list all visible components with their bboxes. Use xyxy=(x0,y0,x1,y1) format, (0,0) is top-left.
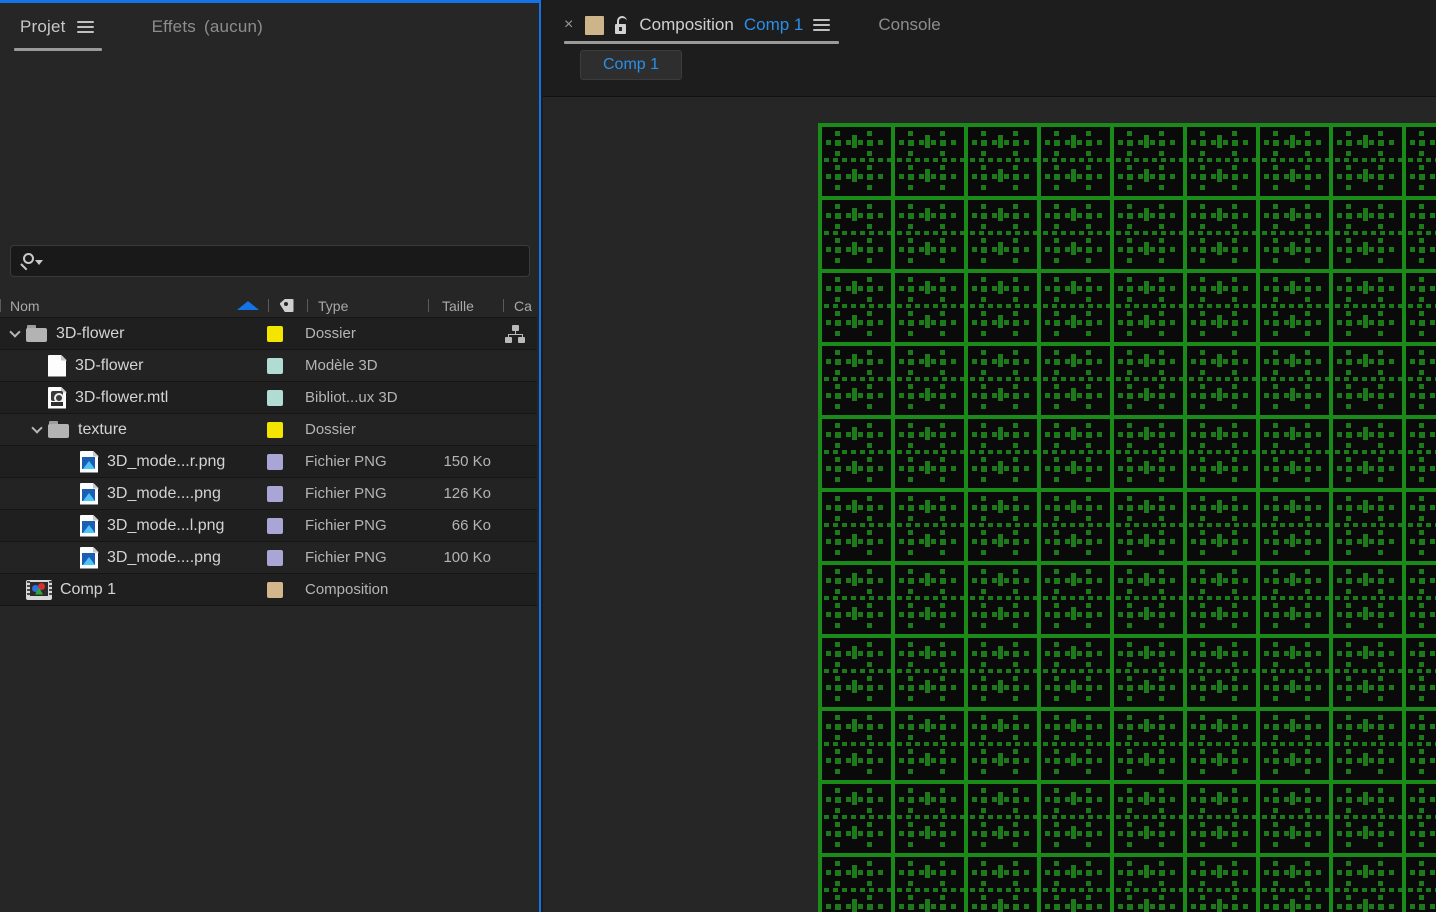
row-tag-swatch[interactable] xyxy=(267,550,305,566)
table-row[interactable]: Comp 1 Composition xyxy=(0,574,537,606)
composition-name: Comp 1 xyxy=(744,15,804,35)
hamburger-icon[interactable] xyxy=(77,21,94,33)
project-item-list: 3D-flowerDossier3D-flowerModèle 3D3D-flo… xyxy=(0,318,537,606)
row-tag-swatch[interactable] xyxy=(267,326,305,342)
table-row[interactable]: texture Dossier xyxy=(0,414,537,446)
list-item-label: 3D-flower xyxy=(56,325,124,343)
row-ca xyxy=(497,325,537,343)
row-size: 126 Ko xyxy=(423,485,497,502)
close-icon[interactable]: × xyxy=(564,17,573,33)
row-size: 150 Ko xyxy=(423,453,497,470)
search-input[interactable] xyxy=(43,246,529,276)
composition-subtab-bar: Comp 1 xyxy=(543,50,1436,88)
row-type: Modèle 3D xyxy=(305,357,423,374)
composition-panel: × Composition Comp 1 Console Comp 1 xyxy=(543,0,1436,912)
row-type: Fichier PNG xyxy=(305,549,423,566)
row-name-cell: 3D_mode...r.png xyxy=(0,446,267,477)
lock-open-icon[interactable] xyxy=(614,16,629,34)
row-name-cell: 3D_mode....png xyxy=(0,542,267,573)
composition-tabbar: × Composition Comp 1 Console xyxy=(543,0,1436,50)
row-tag-swatch[interactable] xyxy=(267,422,305,438)
column-header-nom[interactable]: Nom xyxy=(1,294,228,317)
project-tabbar: Projet Effets (aucun) xyxy=(0,3,539,59)
row-type: Dossier xyxy=(305,421,423,438)
comp-color-swatch xyxy=(585,16,604,35)
row-name-cell: texture xyxy=(0,414,267,445)
list-item-label: 3D_mode....png xyxy=(107,485,221,503)
row-name-cell: 3D-flower.mtl xyxy=(0,382,267,413)
file-icon xyxy=(48,355,67,377)
column-header-ca[interactable]: Ca xyxy=(504,294,537,317)
tag-icon[interactable] xyxy=(269,294,307,317)
table-row[interactable]: 3D_mode....png Fichier PNG100 Ko xyxy=(0,542,537,574)
list-item-label: 3D-flower xyxy=(75,357,143,375)
composition-viewer[interactable] xyxy=(543,97,1436,912)
row-name-cell: 3D-flower xyxy=(0,350,267,381)
caret-down-icon xyxy=(35,260,43,265)
row-tag-swatch[interactable] xyxy=(267,518,305,534)
tab-projet[interactable]: Projet xyxy=(0,17,114,37)
list-item-label: 3D_mode....png xyxy=(107,549,221,567)
png-file-icon xyxy=(80,483,99,505)
png-file-icon xyxy=(80,547,99,569)
row-name-cell: 3D_mode...l.png xyxy=(0,510,267,541)
search-field-wrapper[interactable] xyxy=(10,245,530,277)
composition-tab[interactable]: × Composition Comp 1 xyxy=(564,15,844,35)
app-root: Projet Effets (aucun) Nom xyxy=(0,0,1436,912)
row-tag-swatch[interactable] xyxy=(267,358,305,374)
composition-icon xyxy=(26,580,52,600)
row-tag-swatch[interactable] xyxy=(267,582,305,598)
material-file-icon xyxy=(48,387,67,409)
row-type: Dossier xyxy=(305,325,423,342)
row-size: 100 Ko xyxy=(423,549,497,566)
hierarchy-icon[interactable] xyxy=(505,325,525,343)
hamburger-icon[interactable] xyxy=(813,19,830,31)
row-tag-swatch[interactable] xyxy=(267,390,305,406)
disclosure-triangle-icon[interactable] xyxy=(26,427,48,432)
row-type: Fichier PNG xyxy=(305,485,423,502)
table-row[interactable]: 3D_mode...r.png Fichier PNG150 Ko xyxy=(0,446,537,478)
png-file-icon xyxy=(80,451,99,473)
tab-projet-label: Projet xyxy=(20,17,66,37)
png-file-icon xyxy=(80,515,99,537)
row-type: Composition xyxy=(305,581,423,598)
row-tag-swatch[interactable] xyxy=(267,486,305,502)
list-item-label: 3D_mode...l.png xyxy=(107,517,224,535)
row-name-cell: 3D-flower xyxy=(0,318,267,349)
table-row[interactable]: 3D_mode....png Fichier PNG126 Ko xyxy=(0,478,537,510)
tab-effets-label: Effets xyxy=(152,17,196,37)
composition-canvas-pattern xyxy=(818,123,1436,912)
subtab-comp-1[interactable]: Comp 1 xyxy=(580,50,682,80)
row-type: Bibliot...ux 3D xyxy=(305,389,423,406)
disclosure-triangle-icon[interactable] xyxy=(4,331,26,336)
tab-effets[interactable]: Effets (aucun) xyxy=(114,17,283,37)
row-type: Fichier PNG xyxy=(305,453,423,470)
list-item-label: 3D-flower.mtl xyxy=(75,389,168,407)
composition-title: Composition xyxy=(639,15,734,35)
row-name-cell: Comp 1 xyxy=(0,574,267,605)
table-row[interactable]: 3D-flower Dossier xyxy=(0,318,537,350)
row-name-cell: 3D_mode....png xyxy=(0,478,267,509)
search-box[interactable] xyxy=(10,245,530,277)
folder-icon xyxy=(26,325,48,342)
folder-icon xyxy=(48,421,70,438)
row-type: Fichier PNG xyxy=(305,517,423,534)
list-item-label: texture xyxy=(78,421,127,439)
search-icon xyxy=(21,252,43,270)
list-item-label: Comp 1 xyxy=(60,581,116,599)
sort-ascending-triangle-icon[interactable] xyxy=(228,294,268,317)
row-tag-swatch[interactable] xyxy=(267,454,305,470)
tab-console[interactable]: Console xyxy=(878,15,940,35)
tab-effets-state: (aucun) xyxy=(204,17,263,37)
column-header-taille[interactable]: Taille xyxy=(429,294,503,317)
project-panel: Projet Effets (aucun) Nom xyxy=(0,0,541,912)
column-header-type[interactable]: Type xyxy=(308,294,428,317)
list-item-label: 3D_mode...r.png xyxy=(107,453,225,471)
table-row[interactable]: 3D_mode...l.png Fichier PNG66 Ko xyxy=(0,510,537,542)
table-row[interactable]: 3D-flower Modèle 3D xyxy=(0,350,537,382)
row-size: 66 Ko xyxy=(423,517,497,534)
table-row[interactable]: 3D-flower.mtl Bibliot...ux 3D xyxy=(0,382,537,414)
list-column-headers: Nom Type Taille Ca xyxy=(0,294,537,318)
